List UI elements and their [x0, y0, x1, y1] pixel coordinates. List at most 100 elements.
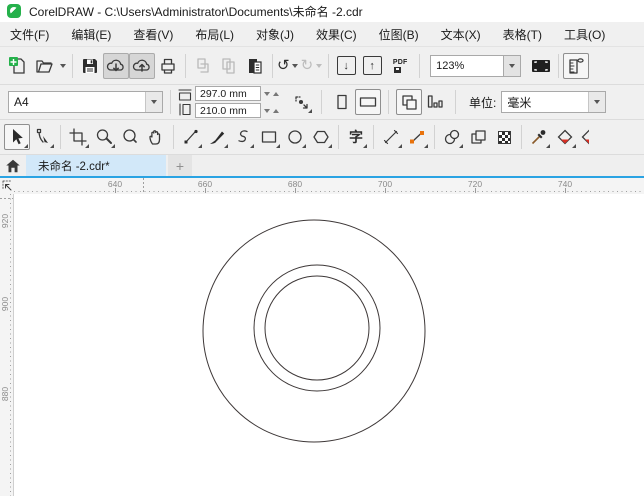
freehand-tool[interactable] — [178, 124, 204, 150]
page-width-spinner[interactable] — [261, 91, 282, 96]
zoom-level-combo[interactable]: 123% — [430, 54, 505, 77]
rectangle-tool[interactable] — [256, 124, 282, 150]
artistic-media-tool[interactable] — [204, 124, 230, 150]
straight-line-tool[interactable] — [378, 124, 404, 150]
import-dialog-button[interactable]: ↓ — [333, 53, 359, 79]
connector-icon — [410, 131, 424, 144]
menu-object[interactable]: 对象(J) — [248, 23, 302, 46]
page-dimension-icons — [178, 88, 192, 116]
menu-tools[interactable]: 工具(O) — [556, 23, 613, 46]
drawing-canvas[interactable] — [14, 194, 644, 496]
units-label: 单位: — [469, 95, 497, 110]
copy-button[interactable] — [216, 53, 242, 79]
units-value: 毫米 — [507, 95, 532, 110]
diagonal-line-icon — [383, 129, 399, 145]
pattern-fill-tool[interactable] — [491, 124, 517, 150]
checkerboard-icon — [497, 130, 511, 144]
units-dropdown[interactable] — [588, 92, 606, 112]
menu-layout[interactable]: 布局(L) — [187, 23, 242, 46]
current-page-button[interactable] — [422, 89, 448, 115]
s-curve-icon — [238, 130, 248, 143]
page-width-field[interactable]: 297.0 mm — [195, 86, 261, 101]
import-button[interactable] — [103, 52, 129, 79]
menu-effects[interactable]: 效果(C) — [308, 23, 365, 46]
page-height-field[interactable]: 210.0 mm — [195, 103, 261, 118]
all-pages-button[interactable] — [396, 89, 422, 115]
nudge-offset-button[interactable] — [288, 89, 314, 115]
full-screen-preview-button[interactable] — [528, 53, 554, 79]
menu-edit[interactable]: 编辑(E) — [63, 23, 119, 46]
menu-table[interactable]: 表格(T) — [495, 23, 550, 46]
paste-button[interactable] — [242, 53, 268, 79]
toolbox: 字 — [0, 120, 644, 155]
document-tab-active[interactable]: 未命名 -2.cdr* — [26, 155, 166, 176]
zoom-level-dropdown[interactable] — [504, 54, 522, 77]
magnifier-2-icon — [123, 129, 137, 143]
zoom-tool-2[interactable] — [117, 124, 143, 150]
text-tool-icon: 字 — [349, 129, 363, 145]
outer-circle-object[interactable] — [202, 219, 426, 443]
undo-button[interactable]: ↺ — [277, 58, 290, 73]
new-document-button[interactable] — [5, 53, 31, 79]
floppy-icon — [83, 58, 97, 73]
pick-arrow-icon — [13, 129, 23, 145]
ellipse-tool[interactable] — [282, 124, 308, 150]
page-size-combo[interactable]: A4 — [8, 91, 163, 113]
ruler-origin-icon[interactable] — [0, 178, 14, 194]
redo-dropdown[interactable] — [313, 53, 324, 79]
open-button[interactable] — [31, 53, 57, 79]
page-height-spinner[interactable] — [261, 108, 282, 113]
shape-tool[interactable] — [30, 124, 56, 150]
document-tab-bar: 未命名 -2.cdr* + — [0, 155, 644, 176]
menu-view[interactable]: 查看(V) — [125, 23, 181, 46]
color-eyedropper-tool[interactable] — [526, 124, 552, 150]
cloud-up-icon — [132, 59, 150, 72]
pan-tool[interactable] — [143, 124, 169, 150]
mesh-fill-tool[interactable] — [578, 124, 590, 150]
polygon-tool[interactable] — [308, 124, 334, 150]
pick-tool[interactable] — [4, 124, 30, 150]
print-button[interactable] — [155, 53, 181, 79]
horizontal-ruler[interactable]: 640 660 680 700 720 740 — [0, 178, 644, 195]
middle-circle-object[interactable] — [253, 264, 381, 392]
zoom-tool[interactable] — [91, 124, 117, 150]
transparency-tool[interactable] — [465, 124, 491, 150]
crop-tool[interactable] — [65, 124, 91, 150]
page-size-dropdown[interactable] — [145, 92, 162, 112]
inner-circle-object[interactable] — [264, 275, 370, 381]
text-tool[interactable]: 字 — [343, 124, 369, 150]
vruler-label: 920 — [0, 213, 10, 229]
fill-diamond-clipped-icon — [581, 129, 589, 145]
portrait-button[interactable] — [329, 89, 355, 115]
interactive-fill-tool[interactable] — [552, 124, 578, 150]
redo-button[interactable]: ↻ — [301, 58, 314, 73]
menu-file[interactable]: 文件(F) — [2, 23, 57, 46]
save-button[interactable] — [77, 53, 103, 79]
units-combo[interactable]: 毫米 — [501, 91, 607, 113]
export-button[interactable] — [129, 52, 155, 79]
cut-button[interactable] — [190, 53, 216, 79]
drop-shadow-tool[interactable] — [439, 124, 465, 150]
landscape-button[interactable] — [355, 89, 381, 115]
printer-icon — [161, 58, 175, 74]
cloud-down-icon — [106, 59, 124, 71]
show-rulers-button[interactable] — [563, 52, 590, 79]
export-dialog-button[interactable]: ↑ — [359, 53, 385, 79]
publish-pdf-button[interactable]: PDF — [385, 53, 415, 79]
full-screen-icon — [532, 59, 551, 72]
vertical-ruler[interactable]: 920 900 880 — [0, 194, 14, 496]
pdf-icon: PDF — [393, 59, 408, 73]
property-bar: A4 297.0 mm 210.0 mm 单位: 毫米 — [0, 85, 644, 120]
page-width-icon — [178, 89, 192, 101]
open-dropdown[interactable] — [57, 53, 68, 79]
two-circles-icon — [444, 129, 460, 145]
new-tab-button[interactable]: + — [168, 155, 192, 176]
document-tab-label: 未命名 -2.cdr* — [38, 160, 110, 173]
undo-dropdown[interactable] — [290, 53, 301, 79]
b-spline-tool[interactable] — [230, 124, 256, 150]
welcome-home-button[interactable] — [0, 155, 26, 176]
clipboard-icon — [249, 58, 262, 74]
menu-text[interactable]: 文本(X) — [433, 23, 489, 46]
menu-bitmaps[interactable]: 位图(B) — [371, 23, 427, 46]
connector-tool[interactable] — [404, 124, 430, 150]
